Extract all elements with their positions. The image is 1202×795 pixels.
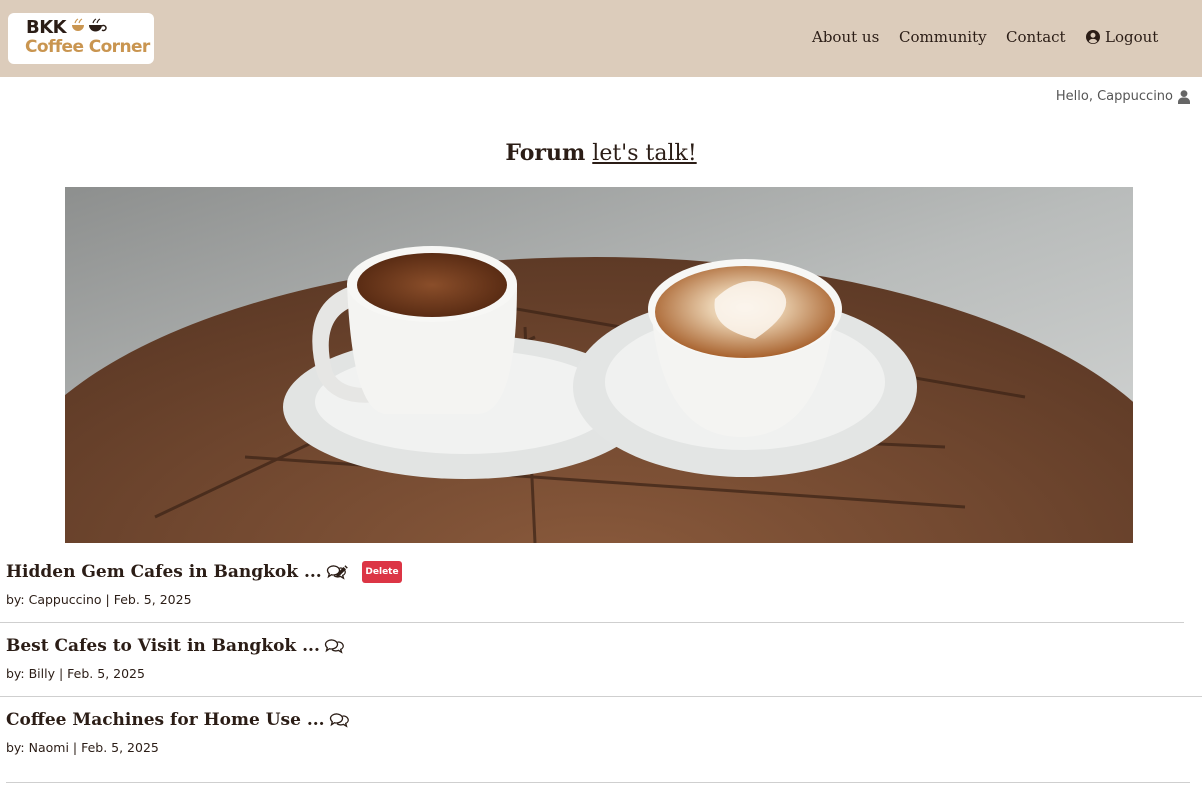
user-icon	[1178, 89, 1190, 104]
post-item[interactable]: Coffee Machines for Home Use ... by: Nao…	[0, 710, 1190, 784]
brand-line2: Coffee Corner	[25, 37, 150, 57]
nav-community[interactable]: Community	[899, 28, 987, 46]
coffee-photo	[65, 187, 1133, 543]
user-greeting-text: Hello, Cappuccino	[1055, 89, 1173, 104]
post-meta: by: Naomi | Feb. 5, 2025	[6, 740, 159, 755]
page-title: Forum let's talk!	[0, 140, 1202, 166]
nav-logout[interactable]: Logout	[1086, 28, 1158, 46]
delete-button[interactable]: Delete	[362, 561, 402, 583]
post-title-row[interactable]: Coffee Machines for Home Use ...	[6, 710, 349, 730]
nav-contact[interactable]: Contact	[1006, 28, 1066, 46]
nav-logout-label: Logout	[1105, 28, 1159, 46]
divider	[6, 782, 1190, 783]
comments-icon	[329, 713, 349, 728]
divider	[0, 622, 1184, 623]
post-item[interactable]: Hidden Gem Cafes in Bangkok ... by: Capp…	[0, 562, 1184, 636]
navbar: BKK Coffee Corner About us Community Con…	[0, 0, 1202, 77]
post-title-row[interactable]: Best Cafes to Visit in Bangkok ...	[6, 636, 344, 656]
divider	[0, 696, 1202, 697]
edit-pencil-icon[interactable]	[335, 565, 348, 578]
nav-about[interactable]: About us	[812, 28, 879, 46]
comments-icon	[324, 639, 344, 654]
brand-line1: BKK	[26, 17, 67, 38]
forum-title-link[interactable]: let's talk!	[592, 141, 696, 166]
user-circle-icon	[1086, 30, 1100, 44]
post-title[interactable]: Coffee Machines for Home Use ...	[6, 710, 325, 730]
post-title-row[interactable]: Hidden Gem Cafes in Bangkok ...	[6, 562, 346, 582]
post-item[interactable]: Best Cafes to Visit in Bangkok ... by: B…	[0, 636, 1202, 710]
coffee-cups-icon	[72, 18, 107, 32]
brand-logo[interactable]: BKK Coffee Corner	[8, 13, 154, 64]
post-title[interactable]: Best Cafes to Visit in Bangkok ...	[6, 636, 320, 656]
post-meta: by: Cappuccino | Feb. 5, 2025	[6, 592, 192, 607]
post-title[interactable]: Hidden Gem Cafes in Bangkok ...	[6, 562, 322, 582]
post-meta: by: Billy | Feb. 5, 2025	[6, 666, 145, 681]
forum-title: Forum	[505, 140, 586, 166]
user-greeting: Hello, Cappuccino	[1056, 89, 1190, 104]
